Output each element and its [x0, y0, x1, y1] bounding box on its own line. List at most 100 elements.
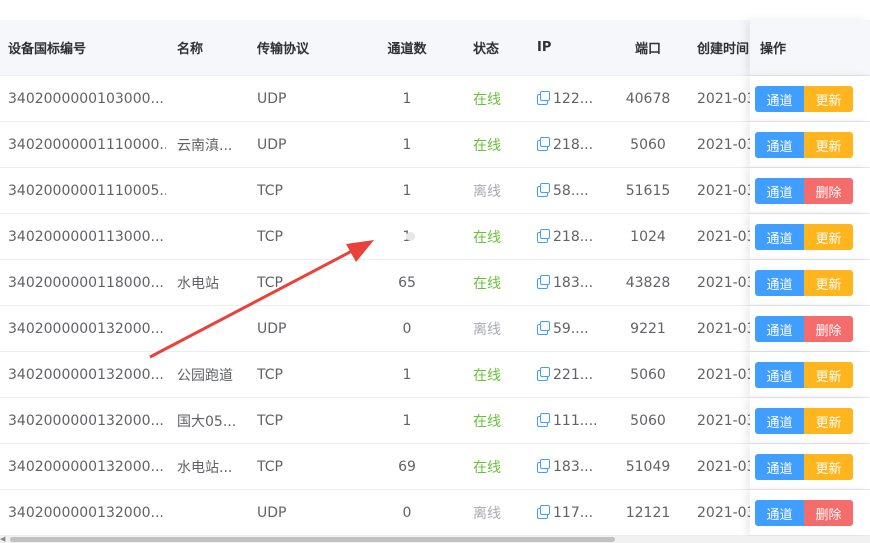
header-actions-cell: 操作 [750, 20, 870, 75]
table-row[interactable]: 3402000000113000... TCP 1 在线 218... 1024… [0, 214, 870, 260]
delete-button[interactable]: 删除 [804, 500, 853, 526]
protocol: TCP [257, 366, 283, 383]
device-table: 设备国标编号 名称 传输协议 通道数 状态 IP 端口 创建时间 操作 3402… [0, 20, 870, 536]
header-ip[interactable]: IP [537, 20, 607, 75]
copy-icon[interactable] [537, 367, 550, 381]
channel-button[interactable]: 通道 [755, 270, 804, 296]
action-buttons: 通道 删除 [755, 500, 853, 526]
delete-button[interactable]: 删除 [804, 316, 853, 342]
actions-cell: 通道 删除 [750, 168, 870, 213]
action-buttons: 通道 更新 [755, 408, 853, 434]
table-row[interactable]: 34020000001110005... TCP 1 离线 58.... 516… [0, 168, 870, 214]
table-row[interactable]: 3402000000132000... UDP 0 离线 59.... 9221… [0, 306, 870, 352]
channel-button[interactable]: 通道 [755, 408, 804, 434]
copy-icon[interactable] [537, 505, 550, 519]
action-buttons: 通道 更新 [755, 270, 853, 296]
copy-icon[interactable] [537, 413, 550, 427]
ip-cell: 218... [537, 122, 607, 167]
action-buttons: 通道 删除 [755, 178, 853, 204]
device-id: 3402000000132000... [8, 366, 164, 383]
ip-address: 111.... [553, 412, 598, 429]
channel-button[interactable]: 通道 [755, 86, 804, 112]
channel-count: 65 [398, 274, 416, 291]
ip-cell: 183... [537, 444, 607, 489]
status-text: 在线 [473, 367, 501, 384]
created-time: 2021-03 [697, 274, 752, 291]
table-row[interactable]: 3402000000132000... 公园跑道 TCP 1 在线 221...… [0, 352, 870, 398]
table-row[interactable]: 34020000001110000... 云南滇... UDP 1 在线 218… [0, 122, 870, 168]
device-id: 3402000000118000... [8, 274, 164, 291]
port: 40678 [625, 90, 671, 107]
scroll-left-arrow-icon[interactable]: ◀ [0, 536, 6, 543]
actions-cell: 通道 更新 [750, 122, 870, 167]
ip-cell: 221... [537, 352, 607, 397]
channel-button[interactable]: 通道 [755, 454, 804, 480]
device-id: 3402000000113000... [8, 228, 164, 245]
actions-cell: 通道 更新 [750, 444, 870, 489]
table-row[interactable]: 3402000000103000... UDP 1 在线 122... 4067… [0, 76, 870, 122]
table-row[interactable]: 3402000000132000... UDP 0 离线 117... 1212… [0, 490, 870, 536]
channel-button[interactable]: 通道 [755, 132, 804, 158]
ip-cell: 111.... [537, 398, 607, 443]
update-button[interactable]: 更新 [804, 454, 853, 480]
channel-count: 1 [402, 412, 412, 429]
channel-button[interactable]: 通道 [755, 500, 804, 526]
copy-icon[interactable] [537, 137, 550, 151]
table-row[interactable]: 3402000000132000... 水电站... TCP 69 在线 183… [0, 444, 870, 490]
protocol: TCP [257, 458, 283, 475]
channel-button[interactable]: 通道 [755, 362, 804, 388]
channel-button[interactable]: 通道 [755, 224, 804, 250]
update-button[interactable]: 更新 [804, 270, 853, 296]
protocol: TCP [257, 182, 283, 199]
update-button[interactable]: 更新 [804, 86, 853, 112]
update-button[interactable]: 更新 [804, 408, 853, 434]
channel-button[interactable]: 通道 [755, 316, 804, 342]
ip-address: 221... [553, 366, 594, 383]
table-row[interactable]: 3402000000118000... 水电站 TCP 65 在线 183...… [0, 260, 870, 306]
update-button[interactable]: 更新 [804, 132, 853, 158]
protocol: UDP [257, 320, 287, 337]
copy-icon[interactable] [537, 275, 550, 289]
channel-count: 1 [402, 366, 412, 383]
horizontal-scrollbar[interactable]: ◀ [0, 536, 870, 543]
created-time: 2021-03 [697, 228, 752, 245]
action-buttons: 通道 删除 [755, 316, 853, 342]
created-time: 2021-03 [697, 504, 752, 521]
scrollbar-thumb[interactable] [10, 537, 615, 542]
ip-address: 218... [553, 136, 594, 153]
copy-icon[interactable] [537, 91, 550, 105]
copy-icon[interactable] [537, 321, 550, 335]
action-buttons: 通道 更新 [755, 86, 853, 112]
header-protocol[interactable]: 传输协议 [257, 20, 337, 75]
ip-cell: 117... [537, 490, 607, 535]
device-name [177, 306, 243, 351]
table-row[interactable]: 3402000000132000... 国大05... TCP 1 在线 111… [0, 398, 870, 444]
channel-button[interactable]: 通道 [755, 178, 804, 204]
created-time: 2021-03 [697, 90, 752, 107]
status-text: 在线 [473, 459, 501, 476]
device-id: 3402000000132000... [8, 320, 164, 337]
device-id: 3402000000132000... [8, 412, 164, 429]
port: 51615 [625, 182, 671, 199]
copy-icon[interactable] [537, 229, 550, 243]
table-header: 设备国标编号 名称 传输协议 通道数 状态 IP 端口 创建时间 操作 [0, 20, 870, 76]
protocol: UDP [257, 504, 287, 521]
header-name[interactable]: 名称 [177, 20, 243, 75]
ip-cell: 218... [537, 214, 607, 259]
header-status[interactable]: 状态 [473, 20, 513, 75]
device-name: 云南滇... [177, 137, 233, 154]
header-port[interactable]: 端口 [620, 20, 676, 75]
delete-button[interactable]: 删除 [804, 178, 853, 204]
header-channels[interactable]: 通道数 [370, 20, 444, 75]
device-name [177, 214, 243, 259]
created-time: 2021-03 [697, 458, 752, 475]
copy-icon[interactable] [537, 183, 550, 197]
copy-icon[interactable] [537, 459, 550, 473]
actions-cell: 通道 更新 [750, 76, 870, 121]
header-actions: 操作 [760, 42, 787, 57]
header-created[interactable]: 创建时间 [697, 20, 752, 75]
action-buttons: 通道 更新 [755, 132, 853, 158]
header-device-id[interactable]: 设备国标编号 [8, 20, 166, 75]
update-button[interactable]: 更新 [804, 224, 853, 250]
update-button[interactable]: 更新 [804, 362, 853, 388]
